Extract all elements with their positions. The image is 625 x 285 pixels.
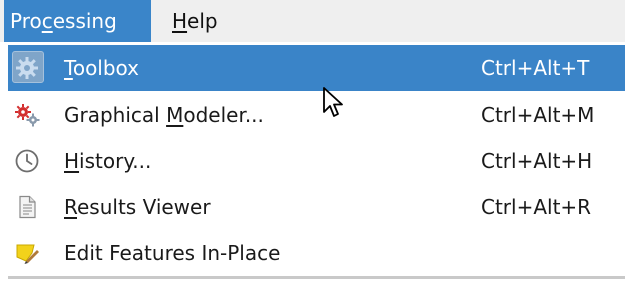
menu-help-mnemonic: H bbox=[172, 9, 188, 33]
menu-item-graphical-modeler[interactable]: Graphical Modeler... Ctrl+Alt+M bbox=[8, 92, 625, 138]
label-mnemonic: R bbox=[64, 195, 77, 219]
label-post: odeler... bbox=[183, 103, 264, 127]
menu-item-label: Results Viewer bbox=[64, 184, 211, 230]
menu-item-label: Edit Features In-Place bbox=[64, 230, 280, 276]
menu-item-toolbox[interactable]: Toolbox Ctrl+Alt+T bbox=[8, 45, 625, 91]
menu-item-shortcut: Ctrl+Alt+R bbox=[481, 195, 592, 219]
gear-icon bbox=[16, 57, 38, 79]
label-mnemonic: H bbox=[64, 149, 80, 173]
menu-item-shortcut: Ctrl+Alt+H bbox=[481, 149, 593, 173]
menu-item-edit-features-in-place[interactable]: Edit Features In-Place bbox=[8, 230, 625, 276]
menu-help-label-post: elp bbox=[187, 9, 218, 33]
clock-icon bbox=[15, 149, 39, 173]
menu-item-label: Toolbox bbox=[64, 45, 139, 91]
menu-processing-mnemonic: c bbox=[41, 9, 53, 33]
label-post: istory... bbox=[79, 149, 152, 173]
menu-item-label: Graphical Modeler... bbox=[64, 92, 264, 138]
menubar: Processing Help bbox=[0, 0, 625, 42]
menu-processing[interactable]: Processing bbox=[4, 0, 151, 42]
menu-processing-label-post: essing bbox=[52, 9, 117, 33]
document-icon bbox=[19, 195, 36, 219]
label-post: esults Viewer bbox=[77, 195, 211, 219]
label-mnemonic: M bbox=[166, 103, 184, 127]
menu-item-label: History... bbox=[64, 138, 151, 184]
menu-item-history[interactable]: History... Ctrl+Alt+H bbox=[8, 138, 625, 184]
menu-item-shortcut: Ctrl+Alt+M bbox=[481, 103, 595, 127]
processing-dropdown-menu: Toolbox Ctrl+Alt+T Graphical Modeler... … bbox=[0, 42, 625, 278]
menu-item-shortcut: Ctrl+Alt+T bbox=[481, 56, 590, 80]
mouse-pointer-icon bbox=[323, 87, 343, 117]
label-pre: Edit Features In-Place bbox=[64, 241, 281, 265]
menu-bottom-shadow bbox=[8, 276, 625, 279]
label-post: oolbox bbox=[72, 56, 140, 80]
menu-item-results-viewer[interactable]: Results Viewer Ctrl+Alt+R bbox=[8, 184, 625, 230]
label-pre: Graphical bbox=[64, 103, 167, 127]
label-mnemonic: T bbox=[64, 56, 73, 80]
menu-processing-label-pre: Pro bbox=[10, 9, 42, 33]
pencil-edit-icon bbox=[16, 244, 39, 264]
menu-help[interactable]: Help bbox=[166, 0, 224, 42]
modeler-gears-icon bbox=[15, 104, 40, 127]
